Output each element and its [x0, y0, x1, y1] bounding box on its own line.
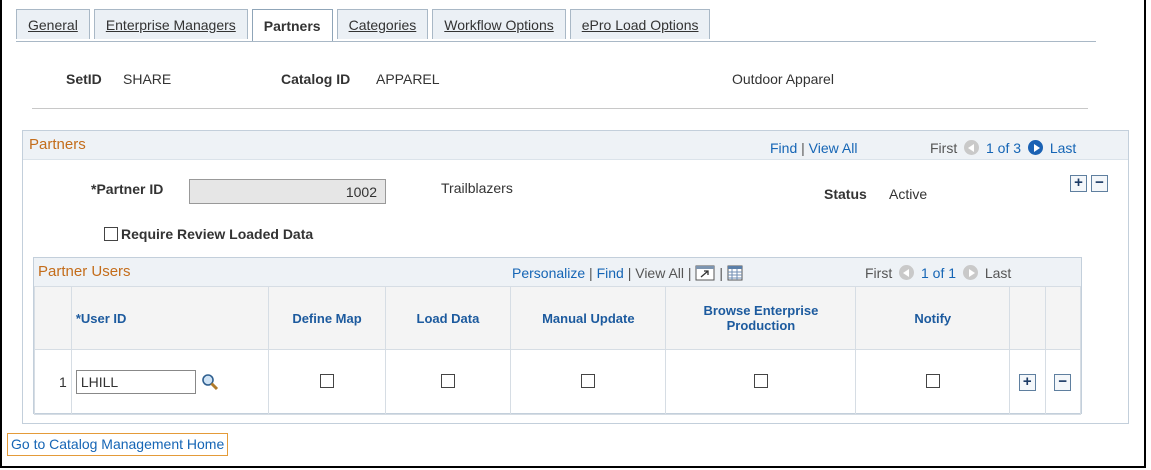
status-label: Status [824, 186, 867, 202]
separator: | [801, 140, 805, 156]
minus-icon[interactable]: − [1091, 175, 1108, 192]
partners-last-link[interactable]: Last [1050, 140, 1076, 156]
column-header-browse-enterprise: Browse Enterprise Production [665, 286, 857, 350]
add-column-header [1009, 286, 1046, 350]
user-id-cell: LHILL [70, 349, 270, 415]
notify-cell [855, 349, 1011, 415]
row-number-header [34, 286, 72, 350]
partner-users-title: Partner Users [38, 263, 131, 280]
browse-enterprise-cell [665, 349, 857, 415]
separator: | [589, 265, 593, 281]
prev-arrow-icon [899, 265, 915, 280]
partner-users-table: *User ID Define Map Load Data Manual Upd… [34, 286, 1081, 415]
go-to-catalog-home-link[interactable]: Go to Catalog Management Home [7, 433, 229, 456]
row-number: 1 [34, 349, 72, 415]
partner-id-field: 1002 [189, 179, 386, 204]
tab-partners[interactable]: Partners [251, 9, 333, 42]
tab-enterprise-managers[interactable]: Enterprise Managers [93, 9, 248, 39]
personalize-link[interactable]: Personalize [512, 265, 585, 281]
column-header-define-map: Define Map [268, 286, 386, 350]
grid-first-label: First [865, 265, 893, 281]
browse-enterprise-checkbox[interactable] [753, 373, 768, 388]
partner-users-grid: Partner Users Personalize | Find | View … [33, 257, 1082, 415]
partners-view-all-link[interactable]: View All [809, 140, 858, 156]
magnifier-icon[interactable] [201, 373, 219, 391]
partners-first-label: First [930, 140, 958, 156]
column-header-manual-update: Manual Update [510, 286, 667, 350]
remove-column-header [1044, 286, 1081, 350]
load-data-checkbox[interactable] [440, 373, 455, 388]
table-row: 1 LHILL + − [34, 349, 1081, 415]
setid-label: SetID [66, 71, 102, 87]
separator: | [687, 265, 692, 281]
next-arrow-icon [962, 265, 978, 280]
plus-icon[interactable]: + [1070, 175, 1087, 192]
grid-find-link[interactable]: Find [597, 265, 624, 281]
partner-id-label: *Partner ID [91, 181, 164, 197]
define-map-checkbox[interactable] [319, 373, 334, 388]
separator: | [627, 265, 632, 281]
separator: | [719, 265, 723, 281]
partner-users-header: Partner Users Personalize | Find | View … [34, 258, 1081, 286]
status-value: Active [889, 186, 928, 202]
load-data-cell [384, 349, 512, 415]
catalog-description: Outdoor Apparel [732, 71, 834, 87]
partner-row-actions: + − [1070, 175, 1108, 192]
zoom-window-icon[interactable] [695, 265, 715, 281]
tab-epro-load-options[interactable]: ePro Load Options [569, 9, 711, 39]
tab-general[interactable]: General [16, 9, 90, 39]
add-row-cell: + [1009, 349, 1046, 415]
column-header-notify: Notify [855, 286, 1011, 350]
prev-arrow-icon [964, 140, 980, 155]
minus-icon[interactable]: − [1054, 374, 1072, 391]
require-review-checkbox[interactable] [104, 227, 118, 241]
require-review-label: Require Review Loaded Data [121, 226, 314, 242]
header-divider [32, 108, 1088, 109]
user-id-input[interactable]: LHILL [75, 370, 196, 394]
partners-title: Partners [29, 136, 86, 153]
catalog-id-value: APPAREL [376, 71, 440, 87]
partners-group-header: Partners Find | View All First 1 of 3 La… [23, 131, 1128, 160]
next-arrow-icon[interactable] [1027, 140, 1043, 155]
grid-view-all[interactable]: View All [635, 265, 684, 281]
grid-row-count: 1 of 1 [921, 265, 957, 281]
tab-divider [16, 41, 1096, 42]
grid-last-label: Last [984, 265, 1012, 281]
column-header-load-data: Load Data [384, 286, 512, 350]
notify-checkbox[interactable] [925, 373, 940, 388]
partner-name: Trailblazers [441, 180, 513, 196]
column-header-user-id: *User ID [70, 286, 270, 350]
setid-value: SHARE [123, 71, 172, 87]
tab-bar: General Enterprise Managers Partners Cat… [16, 9, 714, 42]
manual-update-cell [510, 349, 667, 415]
plus-icon[interactable]: + [1018, 374, 1036, 391]
partners-group: Partners Find | View All First 1 of 3 La… [22, 130, 1129, 424]
catalog-id-label: Catalog ID [281, 71, 351, 87]
define-map-cell [268, 349, 386, 415]
tab-categories[interactable]: Categories [336, 9, 429, 39]
tab-workflow-options[interactable]: Workflow Options [432, 9, 566, 39]
remove-row-cell: − [1044, 349, 1081, 415]
require-review-row: Require Review Loaded Data [104, 226, 313, 242]
partners-find-link[interactable]: Find [770, 140, 797, 156]
partners-row-count: 1 of 3 [986, 140, 1022, 156]
grid-download-icon[interactable] [727, 265, 743, 281]
manual-update-checkbox[interactable] [581, 373, 596, 388]
